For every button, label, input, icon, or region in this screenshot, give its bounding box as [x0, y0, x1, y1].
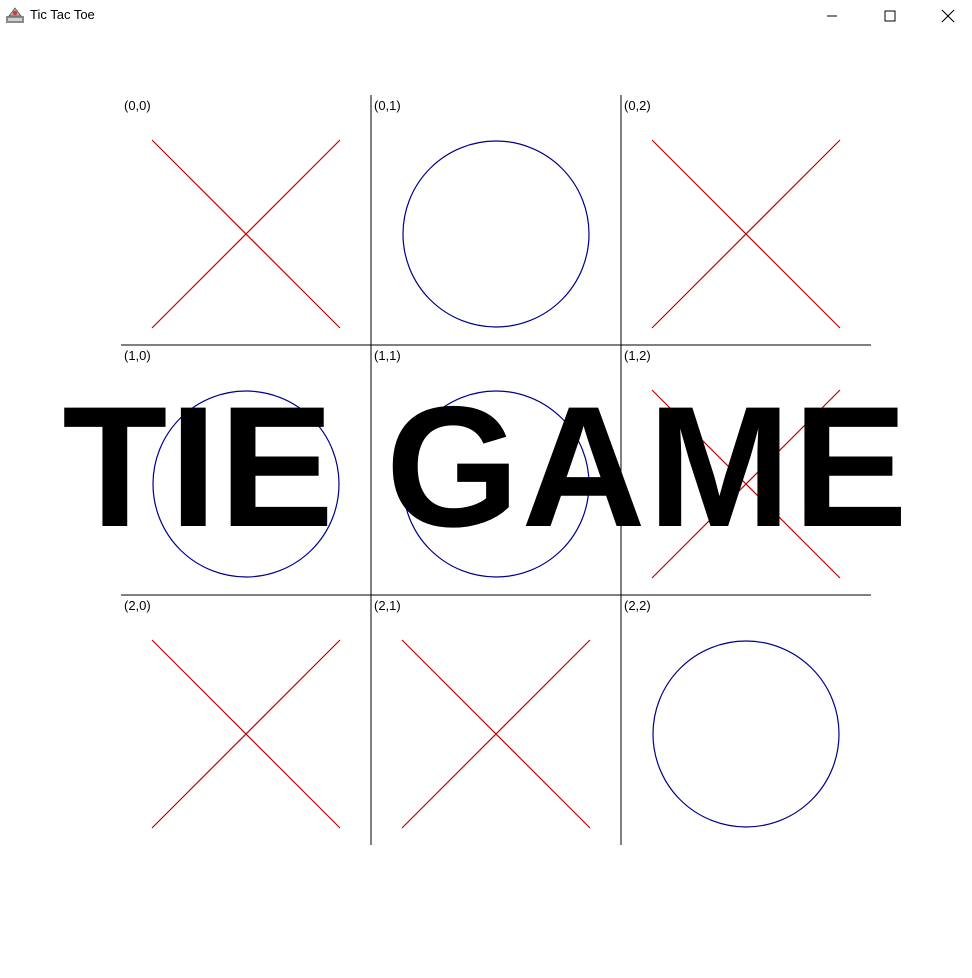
- cell-coordinate-label: (2,2): [624, 598, 651, 613]
- cell-coordinate-label: (2,0): [124, 598, 151, 613]
- close-button[interactable]: [919, 0, 972, 31]
- cell-coordinate-label: (0,2): [624, 98, 651, 113]
- board-cell[interactable]: [621, 95, 871, 345]
- maximize-icon: [884, 10, 896, 21]
- board-cell[interactable]: [371, 595, 621, 845]
- minimize-icon: [827, 15, 837, 16]
- tie-game-banner: TIE GAME: [62, 371, 910, 563]
- title-bar: Tic Tac Toe: [0, 0, 972, 31]
- close-icon: [941, 9, 955, 22]
- cell-coordinate-label: (1,1): [374, 348, 401, 363]
- board-cell[interactable]: [371, 95, 621, 345]
- maximize-button[interactable]: [861, 0, 919, 31]
- cell-coordinate-label: (0,1): [374, 98, 401, 113]
- minimize-button[interactable]: [803, 0, 861, 31]
- cell-coordinate-label: (2,1): [374, 598, 401, 613]
- board-cell[interactable]: [121, 95, 371, 345]
- board-cell[interactable]: [121, 595, 371, 845]
- game-canvas[interactable]: (0,0) (0,1) (0,2) (1,0) (1,1) (1,2) (2,0) (2,1)…: [0, 31, 972, 978]
- board-cell[interactable]: [621, 595, 871, 845]
- window-title: Tic Tac Toe: [30, 7, 95, 22]
- cell-coordinate-label: (1,0): [124, 348, 151, 363]
- cell-coordinate-label: (1,2): [624, 348, 651, 363]
- cell-coordinate-label: (0,0): [124, 98, 151, 113]
- java-app-icon: [6, 7, 24, 23]
